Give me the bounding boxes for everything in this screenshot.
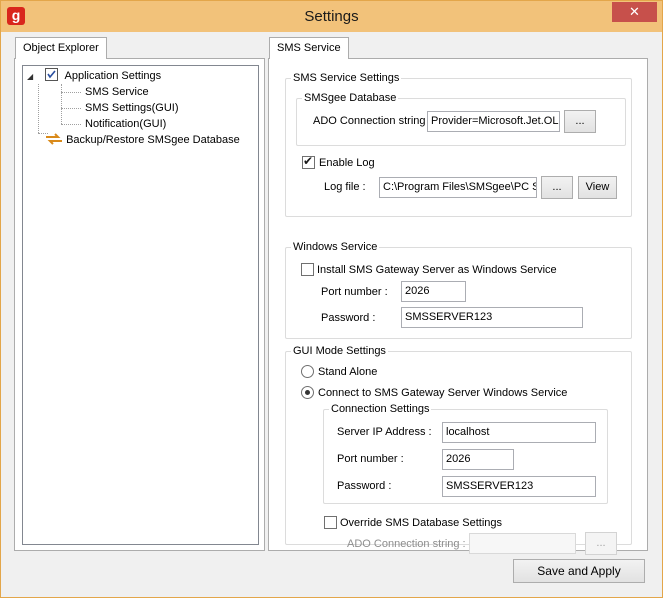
group-title: SMSgee Database	[302, 91, 399, 105]
settings-window: g Settings ✕ Object Explorer ◢ Applicati…	[0, 0, 663, 598]
ado-connection-input[interactable]: Provider=Microsoft.Jet.OLEDB.4.0	[427, 111, 560, 132]
smsgee-database-group: SMSgee Database ADO Connection string : …	[296, 91, 626, 146]
connect-windows-service-label[interactable]: Connect to SMS Gateway Server Windows Se…	[318, 386, 567, 400]
override-ado-browse-button[interactable]: ...	[585, 532, 617, 555]
tree-item-label: Backup/Restore SMSgee Database	[66, 134, 240, 146]
connection-port-label: Port number :	[337, 453, 404, 465]
install-windows-service-checkbox[interactable]	[301, 263, 314, 276]
password-label: Password :	[321, 312, 376, 324]
connection-port-input[interactable]: 2026	[442, 449, 514, 470]
connection-password-input[interactable]: SMSSERVER123	[442, 476, 596, 497]
stand-alone-label[interactable]: Stand Alone	[318, 365, 377, 379]
sms-service-panel: SMS Service Settings SMSgee Database ADO…	[268, 58, 648, 555]
tree-line	[61, 84, 62, 124]
tree-item-notification-gui[interactable]: Notification(GUI)	[85, 116, 166, 132]
connection-password-label: Password :	[337, 480, 392, 492]
group-title: GUI Mode Settings	[291, 344, 388, 358]
tab-object-explorer[interactable]: Object Explorer	[15, 37, 107, 59]
tree-line	[61, 124, 81, 125]
enable-log-label[interactable]: Enable Log	[319, 156, 375, 170]
group-title: Windows Service	[291, 240, 380, 254]
override-database-checkbox[interactable]	[324, 516, 337, 529]
tree-item-label: SMS Service	[85, 86, 149, 98]
override-database-label[interactable]: Override SMS Database Settings	[340, 516, 502, 530]
connect-windows-service-radio[interactable]	[301, 386, 314, 399]
ado-browse-button[interactable]: ...	[564, 110, 596, 133]
tree-item-backup-restore[interactable]: Backup/Restore SMSgee Database	[45, 132, 240, 148]
tree-item-sms-settings-gui[interactable]: SMS Settings(GUI)	[85, 100, 179, 116]
password-input[interactable]: SMSSERVER123	[401, 307, 583, 328]
group-title: Connection Settings	[329, 402, 432, 416]
checklist-icon	[45, 68, 59, 81]
tree-line	[61, 92, 81, 93]
windows-service-group: Windows Service Install SMS Gateway Serv…	[285, 240, 632, 339]
connection-settings-group: Connection Settings Server IP Address : …	[323, 402, 608, 504]
tree-item-application-settings[interactable]: ◢ Application Settings	[27, 68, 161, 84]
override-ado-label: ADO Connection string :	[347, 538, 466, 550]
save-and-apply-button[interactable]: Save and Apply	[513, 559, 645, 583]
tree-line	[38, 84, 39, 133]
tab-sms-service[interactable]: SMS Service	[269, 37, 349, 59]
server-ip-input[interactable]: localhost	[442, 422, 596, 443]
server-ip-label: Server IP Address :	[337, 426, 432, 438]
expand-triangle-icon[interactable]: ◢	[27, 69, 39, 85]
client-area: Object Explorer ◢ Application Settings S…	[8, 32, 655, 592]
tree-item-label: SMS Settings(GUI)	[85, 102, 179, 114]
log-file-label: Log file :	[324, 181, 366, 193]
window-title: Settings	[304, 8, 359, 25]
enable-log-checkbox[interactable]	[302, 154, 315, 169]
tree-item-label: Notification(GUI)	[85, 118, 167, 130]
log-browse-button[interactable]: ...	[541, 176, 573, 199]
ado-connection-label: ADO Connection string :	[313, 115, 432, 127]
gui-mode-settings-group: GUI Mode Settings Stand Alone Connect to…	[285, 344, 632, 555]
install-windows-service-label[interactable]: Install SMS Gateway Server as Windows Se…	[317, 263, 557, 277]
stand-alone-radio[interactable]	[301, 365, 314, 378]
sms-service-settings-group: SMS Service Settings SMSgee Database ADO…	[285, 71, 632, 217]
override-ado-input[interactable]	[469, 533, 576, 554]
title-bar[interactable]: g Settings ✕	[1, 1, 662, 32]
port-number-label: Port number :	[321, 286, 388, 298]
log-file-input[interactable]: C:\Program Files\SMSgee\PC SMS Gateway\l…	[379, 177, 537, 198]
close-button[interactable]: ✕	[612, 2, 657, 22]
backup-arrows-icon	[45, 133, 63, 150]
tree-line	[61, 108, 81, 109]
port-number-input[interactable]: 2026	[401, 281, 466, 302]
view-log-button[interactable]: View	[578, 176, 617, 199]
tree-item-label: Application Settings	[64, 70, 162, 82]
group-title: SMS Service Settings	[291, 71, 402, 85]
object-explorer-tree: ◢ Application Settings SMS Service SMS S…	[22, 65, 259, 545]
tree-item-sms-service[interactable]: SMS Service	[85, 84, 149, 100]
